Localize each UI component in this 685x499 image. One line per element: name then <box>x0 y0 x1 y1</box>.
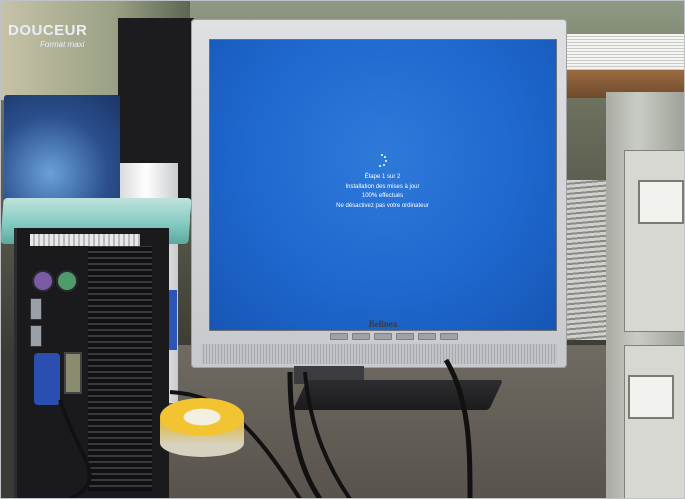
photo-scene: Étape 1 sur 2 Installation des mises à j… <box>0 0 685 499</box>
tape-roll-top <box>160 398 244 436</box>
cables <box>58 358 473 499</box>
tape-roll <box>160 398 244 466</box>
